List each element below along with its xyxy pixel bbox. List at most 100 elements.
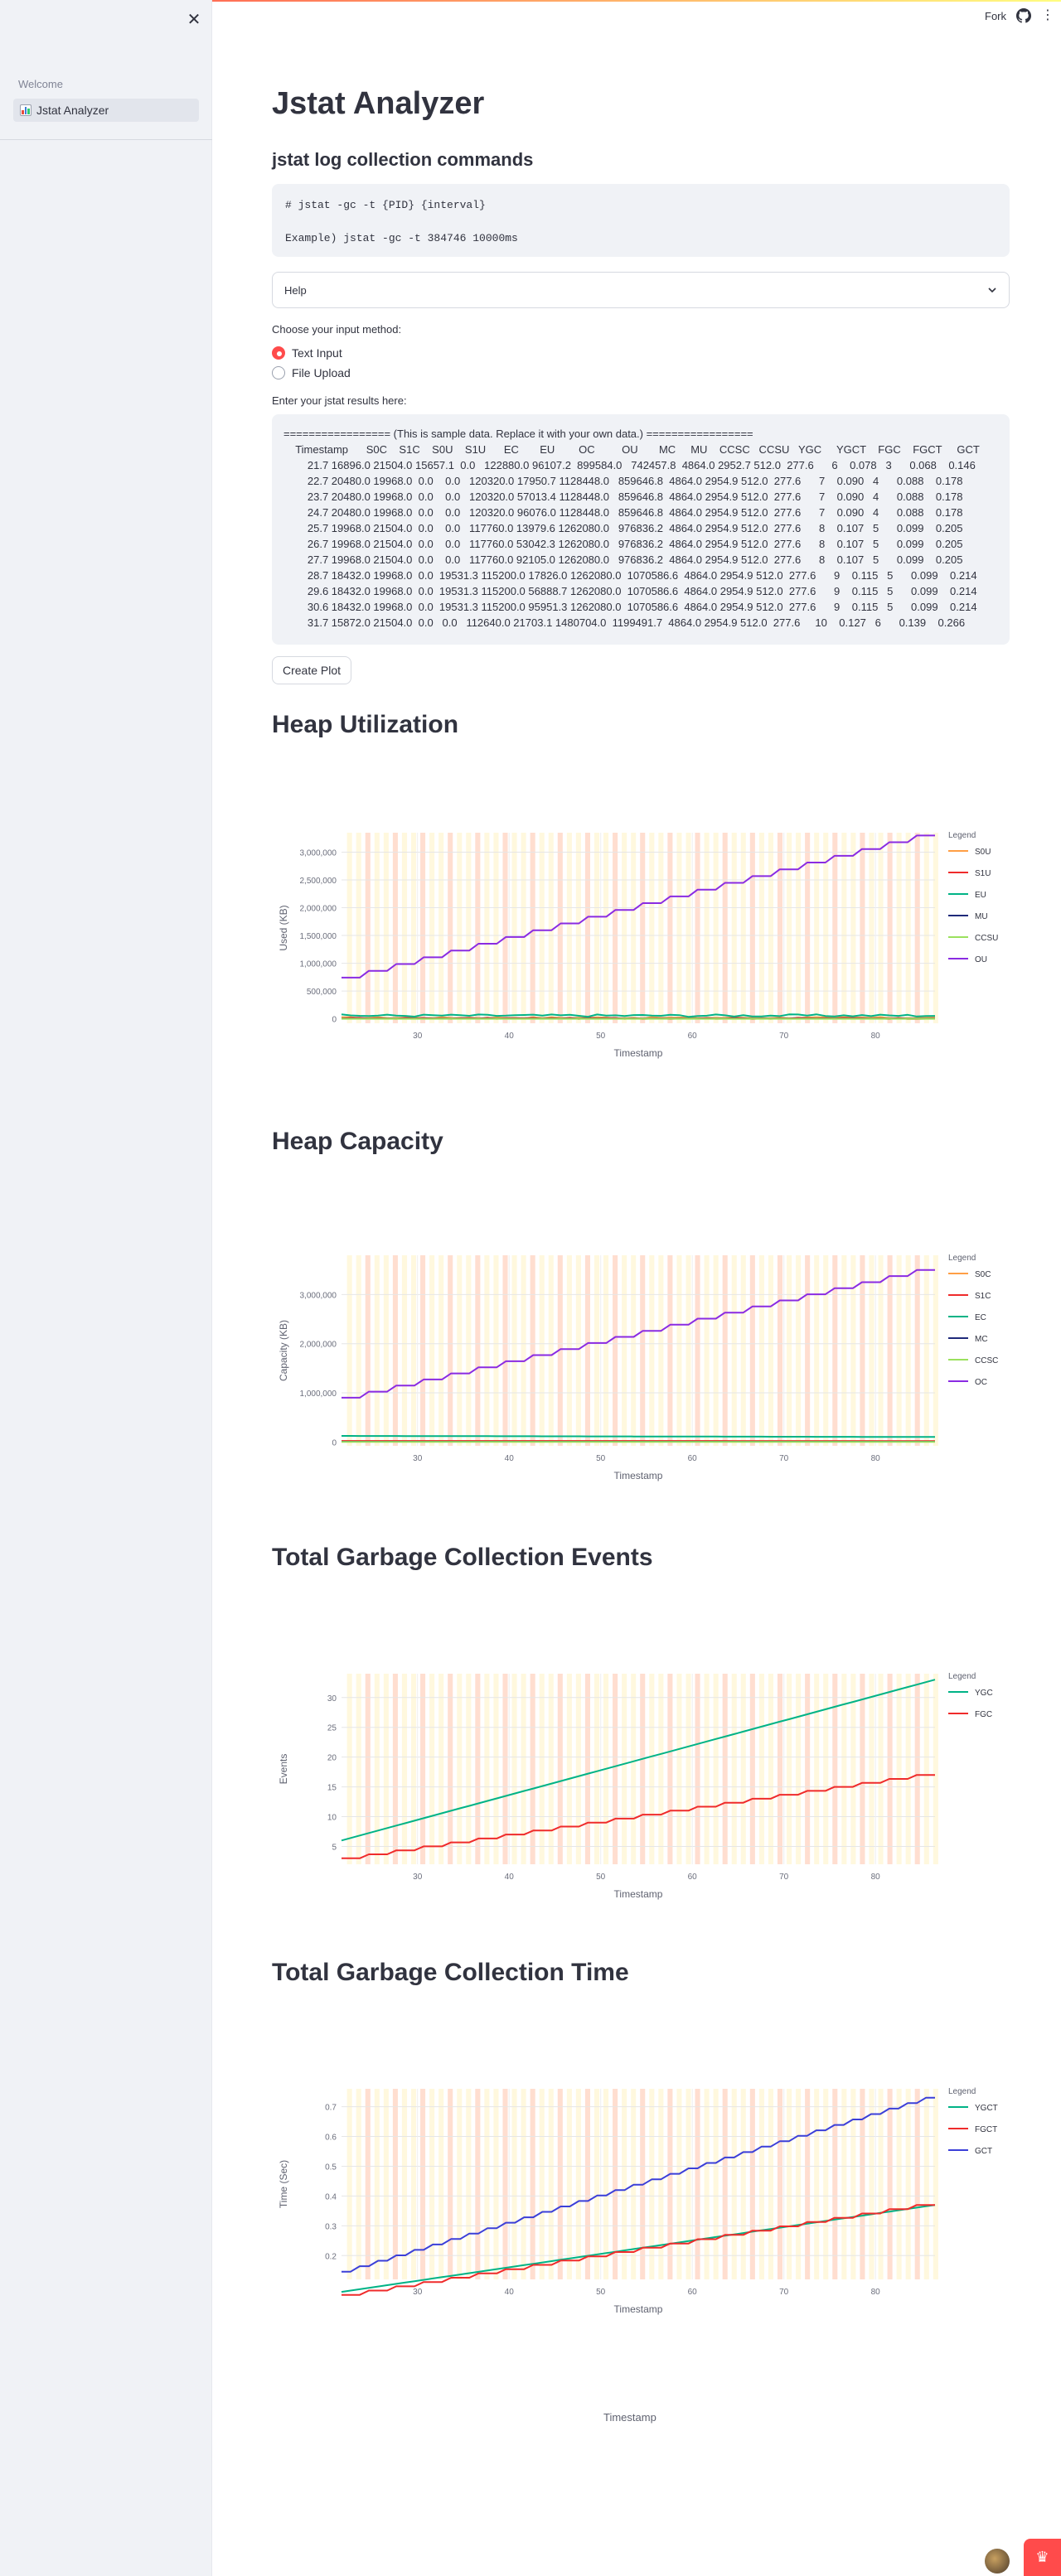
x-tick-label: 40 <box>505 1032 515 1041</box>
gc-band <box>860 1674 865 1864</box>
gc-band <box>914 1255 920 1446</box>
gc-band <box>539 1674 545 1864</box>
gc-band <box>722 1674 728 1864</box>
github-icon[interactable] <box>1016 8 1031 23</box>
gc-band <box>887 1674 893 1864</box>
x-tick-label: 40 <box>505 1454 515 1463</box>
gc-band <box>713 2089 719 2279</box>
gc-band <box>466 2089 472 2279</box>
gc-band <box>805 1255 811 1446</box>
gc-band <box>731 1255 737 1446</box>
radio-selected-icon[interactable] <box>272 346 285 360</box>
gc-band <box>686 1255 691 1446</box>
gc-band <box>722 833 728 1023</box>
gc-band <box>521 1674 526 1864</box>
x-tick-label: 70 <box>779 2288 789 2297</box>
sidebar-nav: Welcome Jstat Analyzer <box>13 78 199 122</box>
gc-band <box>502 833 508 1023</box>
gc-band <box>933 2089 938 2279</box>
x-axis-label: Timestamp <box>614 1470 663 1481</box>
x-tick-label: 70 <box>779 1032 789 1041</box>
radio-file-upload[interactable]: File Upload <box>272 363 351 383</box>
gc-events-chart[interactable]: 5 10 15 20 25 30 30 40 50 60 70 80 Timestamp Events Le… <box>272 1649 1010 1914</box>
input-method-label: Choose your input method: <box>272 323 402 336</box>
legend-title: Legend <box>948 1672 976 1681</box>
gc-band <box>658 833 664 1023</box>
x-tick-label: 70 <box>779 1454 789 1463</box>
gc-band <box>346 2089 352 2279</box>
gc-band <box>832 2089 838 2279</box>
gc-band <box>731 833 737 1023</box>
gc-band <box>740 2089 746 2279</box>
jstat-textarea[interactable]: ================= (This is sample data. … <box>272 414 1010 645</box>
y-tick-label: 0.6 <box>325 2134 337 2143</box>
gc-band <box>704 2089 710 2279</box>
help-expander[interactable]: Help <box>272 272 1010 308</box>
gc-band <box>420 1255 426 1446</box>
gc-time-chart[interactable]: 0.2 0.3 0.4 0.5 0.6 0.7 30 40 50 60 70 80 Timestamp T… <box>272 2064 1010 2329</box>
gc-bands <box>346 1255 938 1446</box>
fork-button[interactable]: Fork <box>985 10 1006 22</box>
gc-band <box>548 2089 554 2279</box>
chart-svg: 0 1,000,000 2,000,000 3,000,000 30 40 50 60 70 80… <box>278 1254 998 1481</box>
sidebar-item-jstat-analyzer[interactable]: Jstat Analyzer <box>13 99 199 122</box>
legend-title: Legend <box>948 1254 976 1263</box>
legend-entry: S0C <box>975 1270 991 1279</box>
page-title: Jstat Analyzer <box>272 86 485 121</box>
gc-band <box>740 833 746 1023</box>
gc-band <box>521 833 526 1023</box>
x-axis-label: Timestamp <box>614 2303 663 2315</box>
gc-band <box>484 1255 490 1446</box>
gc-band <box>511 833 517 1023</box>
gc-band <box>814 833 820 1023</box>
gc-band <box>392 1674 398 1864</box>
close-icon[interactable]: ✕ <box>184 10 204 30</box>
gc-band <box>438 1255 444 1446</box>
gc-band <box>521 2089 526 2279</box>
gc-band <box>566 1255 572 1446</box>
legend-entry: MC <box>975 1335 988 1344</box>
gc-band <box>887 2089 893 2279</box>
y-tick-label: 10 <box>327 1814 337 1823</box>
section-title-gc-events: Total Garbage Collection Events <box>272 1544 653 1571</box>
textarea-line: 28.7 18432.0 19968.0 0.0 19531.3 115200.… <box>283 569 977 582</box>
gc-band <box>832 833 838 1023</box>
avatar[interactable] <box>985 2549 1010 2574</box>
create-plot-button[interactable]: Create Plot <box>272 656 352 684</box>
radio-unselected-icon[interactable] <box>272 366 285 379</box>
gc-band <box>914 2089 920 2279</box>
gc-band <box>593 2089 600 2279</box>
gc-band <box>649 1674 655 1864</box>
y-axis-label: Time (Sec) <box>278 2160 289 2208</box>
x-tick-label: 30 <box>413 1873 423 1882</box>
radio-text-input[interactable]: Text Input <box>272 343 351 363</box>
gc-band <box>878 1255 884 1446</box>
gc-band <box>749 2089 755 2279</box>
kebab-menu-icon[interactable]: ⋮ <box>1041 9 1054 22</box>
gc-band <box>631 1674 637 1864</box>
gc-band <box>631 1255 637 1446</box>
gc-band <box>649 2089 655 2279</box>
gc-band <box>869 2089 874 2279</box>
gc-band <box>695 1255 700 1446</box>
gc-band <box>787 1674 792 1864</box>
gc-band <box>457 2089 463 2279</box>
gc-band <box>933 1674 938 1864</box>
gc-band <box>622 1674 627 1864</box>
gc-band <box>593 833 600 1023</box>
gc-band <box>768 1255 773 1446</box>
x-tick-label: 40 <box>505 2288 515 2297</box>
gc-band <box>548 1674 554 1864</box>
heap-utilization-chart[interactable]: 0 500,000 1,000,000 1,500,000 2,000,000 2,500… <box>272 808 1010 1073</box>
heap-capacity-chart[interactable]: 0 1,000,000 2,000,000 3,000,000 30 40 50 60 70 80… <box>272 1230 1010 1496</box>
x-tick-label: 60 <box>688 1873 698 1882</box>
gc-band <box>676 1674 682 1864</box>
textarea-line: 31.7 15872.0 21504.0 0.0 0.0 112640.0 21… <box>283 616 966 629</box>
streamlit-badge-icon[interactable]: ♛ <box>1024 2539 1061 2576</box>
gc-band <box>923 2089 929 2279</box>
gc-band <box>878 833 884 1023</box>
gc-band <box>502 2089 508 2279</box>
gc-band <box>704 1674 710 1864</box>
y-tick-label: 500,000 <box>307 988 337 997</box>
gc-band <box>841 1255 847 1446</box>
